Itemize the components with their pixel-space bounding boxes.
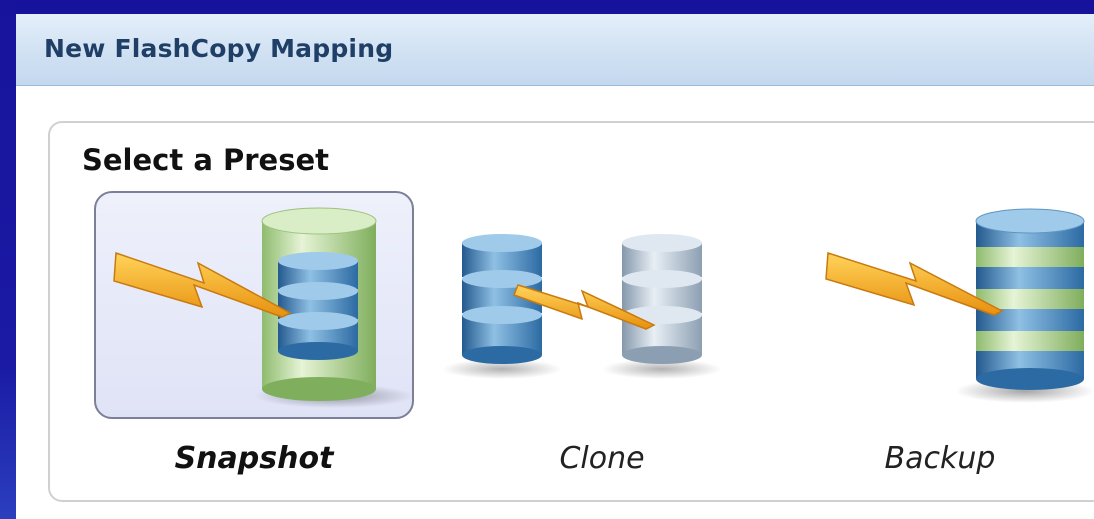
preset-snapshot[interactable]: Snapshot xyxy=(94,191,414,501)
preset-group-title: Select a Preset xyxy=(82,143,329,177)
backup-icon xyxy=(825,208,1094,403)
preset-snapshot-label: Snapshot xyxy=(174,441,334,476)
snapshot-icon xyxy=(113,207,414,408)
window-frame-left xyxy=(0,0,16,519)
dialog-title-bar: New FlashCopy Mapping xyxy=(16,14,1094,86)
preset-clone-label: Clone xyxy=(559,441,645,476)
clone-icon xyxy=(442,234,722,379)
preset-clone[interactable]: Clone xyxy=(442,191,762,501)
dialog-title: New FlashCopy Mapping xyxy=(44,34,394,63)
preset-group-box: Select a Preset Snapshot Clone Backup xyxy=(48,121,1094,502)
preset-backup-label: Backup xyxy=(884,441,996,476)
window-frame-top xyxy=(0,0,1094,14)
preset-backup[interactable]: Backup xyxy=(780,191,1094,501)
dialog-content: Select a Preset Snapshot Clone Backup xyxy=(16,86,1094,519)
